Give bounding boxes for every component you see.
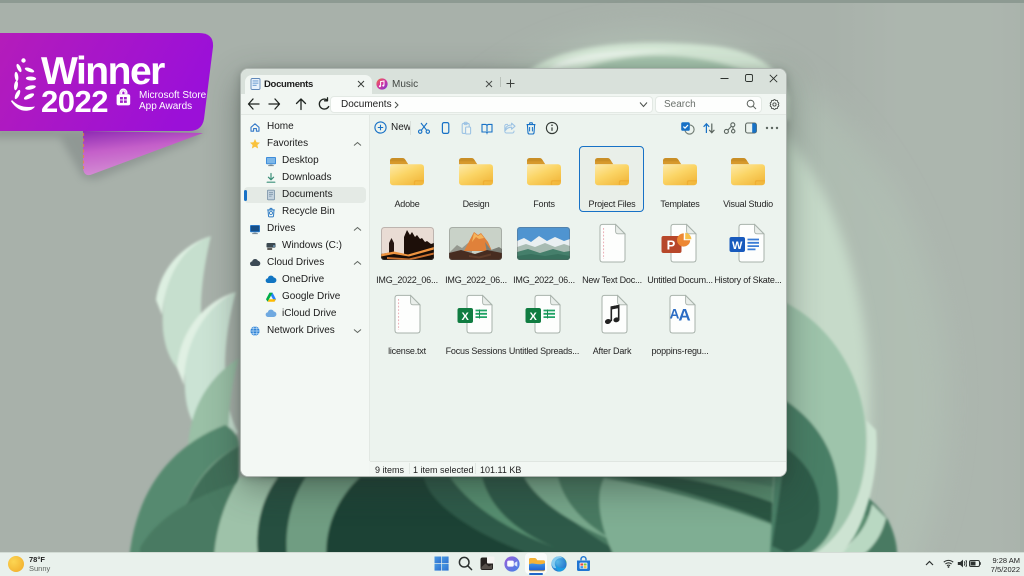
svg-text:X: X (462, 311, 470, 323)
svg-text:X: X (530, 311, 538, 323)
svg-text:A: A (678, 306, 690, 325)
svg-text:P: P (667, 238, 676, 253)
svg-text:W: W (732, 240, 743, 252)
